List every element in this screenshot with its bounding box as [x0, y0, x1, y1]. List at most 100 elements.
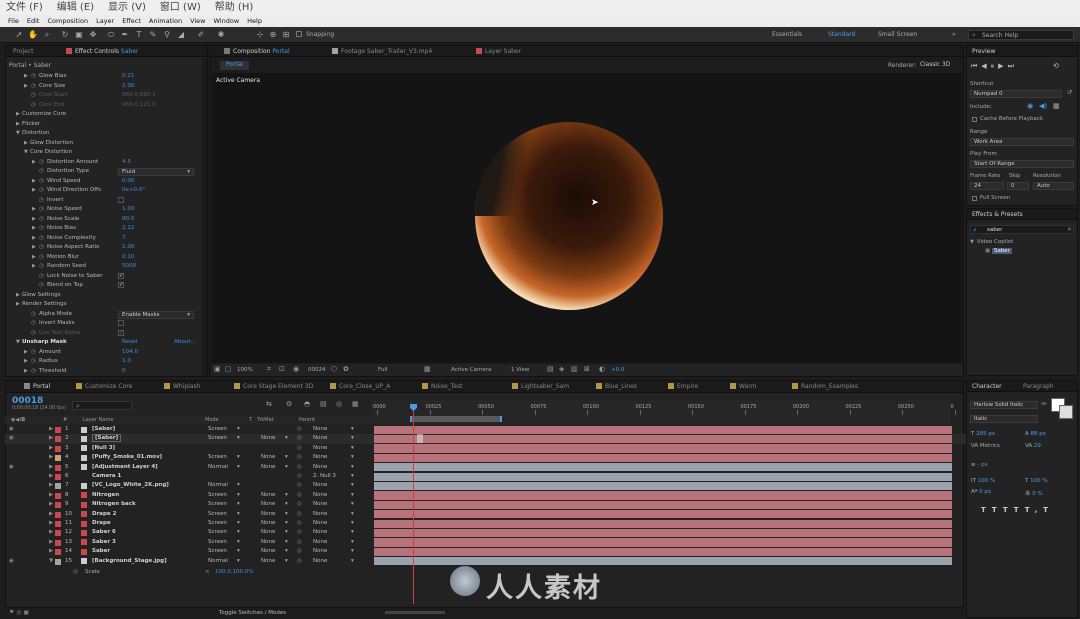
menu-item-view[interactable]: View — [190, 15, 205, 27]
vertical-scale-field[interactable]: IT 100 % — [971, 478, 995, 484]
layer-label-color[interactable] — [55, 558, 61, 565]
blend-mode-dropdown[interactable]: Screen — [208, 454, 227, 460]
effect-property-checkbox[interactable]: ✓ — [118, 272, 124, 279]
stopwatch-icon[interactable]: ◷ — [31, 73, 36, 79]
timeline-tab[interactable]: Customize Core — [76, 383, 132, 390]
track-matte-dropdown[interactable]: None — [261, 492, 275, 498]
parent-dropdown[interactable]: None — [313, 548, 327, 554]
exposure-value[interactable]: +0.0 — [611, 367, 624, 373]
effect-property-row[interactable]: ◷ Core Start 960.0,690.2 — [6, 91, 202, 101]
visibility-eye-icon[interactable]: ◉ — [9, 558, 14, 564]
axis-world-icon[interactable]: ⊕ — [268, 30, 278, 40]
effect-property-row[interactable]: ▶ ◷ Motion Blur 0.10 — [6, 253, 202, 263]
parent-dropdown[interactable]: None — [313, 492, 327, 498]
shortcut-dropdown[interactable]: Numpad 0 — [970, 90, 1062, 98]
zoom-dropdown[interactable]: 100% — [237, 367, 253, 373]
tab-paragraph[interactable]: Paragraph — [1023, 383, 1054, 390]
always-preview-icon[interactable]: ▣ — [214, 365, 221, 373]
parent-dropdown[interactable]: None — [313, 482, 327, 488]
effect-property-row[interactable]: ◷ Invert — [6, 196, 202, 206]
layer-duration-bar[interactable] — [374, 538, 952, 547]
pickwhip-icon[interactable]: ◎ — [297, 558, 302, 564]
draft-3d-icon[interactable]: ⚙ — [286, 400, 292, 408]
timeline-tab[interactable]: Empire — [668, 383, 698, 390]
disclosure-triangle-icon[interactable]: ▶ — [32, 244, 36, 250]
timeline-tab[interactable]: Lightsaber_Sam — [512, 383, 569, 390]
effect-property-row[interactable]: ▶ Customize Core — [6, 110, 202, 120]
ellipse-tool-icon[interactable]: ⬭ — [106, 30, 116, 40]
pickwhip-icon[interactable]: ◎ — [297, 464, 302, 470]
effect-property-value[interactable]: 5000 — [122, 263, 136, 269]
layer-row[interactable]: ▶ 3 [Null 3] ◎ None ▾ — [5, 444, 966, 453]
layer-label-color[interactable] — [55, 549, 61, 556]
roto-brush-tool-icon[interactable]: ✐ — [196, 30, 206, 40]
horizontal-scale-field[interactable]: T 100 % — [1025, 478, 1048, 484]
disclosure-triangle-icon[interactable]: ▶ — [32, 254, 36, 260]
blend-mode-dropdown[interactable]: Screen — [208, 511, 227, 517]
disclosure-triangle-icon[interactable]: ▶ — [24, 368, 28, 374]
disclosure-triangle-icon[interactable]: ▶ — [24, 73, 28, 79]
layer-disclosure-icon[interactable]: ▶ — [49, 454, 53, 460]
stopwatch-icon[interactable]: ◷ — [31, 83, 36, 89]
stopwatch-icon[interactable]: ◷ — [31, 368, 36, 374]
layer-label-color[interactable] — [55, 483, 61, 490]
timeline-tab[interactable]: Whiplash — [164, 383, 200, 390]
shy-layers-icon[interactable]: ◓ — [304, 400, 310, 408]
disclosure-triangle-icon[interactable]: ▶ — [32, 263, 36, 269]
keyframe-marker[interactable] — [417, 434, 423, 444]
blend-mode-dropdown[interactable]: Screen — [208, 520, 227, 526]
pickwhip-icon[interactable]: ◎ — [297, 482, 302, 488]
layer-label-color[interactable] — [55, 464, 61, 471]
stopwatch-icon[interactable]: ◷ — [73, 569, 78, 575]
os-menu-item[interactable]: 文件 (F) — [6, 0, 43, 15]
stopwatch-icon[interactable]: ◷ — [39, 225, 44, 231]
layer-label-color[interactable] — [55, 530, 61, 537]
menu-item-edit[interactable]: Edit — [27, 15, 40, 27]
layer-disclosure-icon[interactable]: ▶ — [49, 520, 53, 526]
pickwhip-icon[interactable]: ◎ — [297, 539, 302, 545]
timeline-timecode[interactable]: 00018 — [12, 396, 43, 406]
parent-dropdown[interactable]: None — [313, 454, 327, 460]
effect-property-value[interactable]: 0x+0.0° — [122, 187, 145, 193]
disclosure-triangle-icon[interactable]: ▶ — [16, 121, 20, 127]
stopwatch-icon[interactable]: ◷ — [39, 216, 44, 222]
effect-property-value[interactable]: 1.00 — [122, 206, 134, 212]
stopwatch-icon[interactable]: ◷ — [39, 235, 44, 241]
layer-name[interactable]: Drape 2 — [92, 511, 116, 517]
pickwhip-icon[interactable]: ◎ — [297, 473, 302, 479]
effect-property-checkbox[interactable]: ✓ — [118, 329, 124, 336]
snapshot-icon[interactable]: ◉ — [293, 365, 299, 373]
layer-name[interactable]: Saber — [92, 548, 110, 554]
timeline-tab[interactable]: Random_Examples — [792, 383, 858, 390]
os-menu-item[interactable]: 窗口 (W) — [160, 0, 201, 15]
leading-field[interactable]: A 88 px — [1025, 431, 1046, 437]
visibility-eye-icon[interactable]: ◉ — [9, 435, 14, 441]
effect-property-row[interactable]: ▶ ◷ Threshold 0 — [6, 367, 202, 377]
disclosure-triangle-icon[interactable]: ▶ — [16, 292, 20, 298]
parent-dropdown[interactable]: None — [313, 445, 327, 451]
preview-title[interactable]: Preview — [972, 48, 995, 55]
pickwhip-icon[interactable]: ◎ — [297, 548, 302, 554]
pickwhip-icon[interactable]: ◎ — [297, 435, 302, 441]
effect-property-row[interactable]: ▶ ◷ Noise Complexity 7 — [6, 234, 202, 244]
include-audio-icon[interactable]: ◀) — [1039, 102, 1047, 110]
effect-property-value[interactable]: 4.5 — [122, 159, 131, 165]
stopwatch-icon[interactable]: ◷ — [39, 197, 44, 203]
blend-mode-dropdown[interactable]: Screen — [208, 529, 227, 535]
include-overlays-icon[interactable]: ▦ — [1053, 102, 1060, 110]
layer-label-color[interactable] — [55, 502, 61, 509]
include-video-icon[interactable]: ◉ — [1027, 102, 1033, 110]
work-area-bar[interactable] — [410, 416, 502, 422]
tab-footage[interactable]: Footage Saber_Trailer_V3.mp4 — [332, 48, 432, 55]
scale-value[interactable]: 100.0,100.0% — [215, 569, 253, 575]
effect-property-value[interactable]: 0.21 — [122, 73, 134, 79]
blend-mode-dropdown[interactable]: Normal — [208, 482, 228, 488]
layer-disclosure-icon[interactable]: ▶ — [49, 464, 53, 470]
parent-dropdown[interactable]: None — [313, 501, 327, 507]
pickwhip-icon[interactable]: ◎ — [297, 529, 302, 535]
layer-duration-bar[interactable] — [374, 453, 952, 463]
eraser-tool-icon[interactable]: ◢ — [176, 30, 186, 40]
parent-dropdown[interactable]: None — [313, 464, 327, 470]
effect-property-row[interactable]: ▼ Unsharp Mask Reset About... — [6, 338, 202, 348]
axis-view-icon[interactable]: ⊞ — [281, 30, 291, 40]
